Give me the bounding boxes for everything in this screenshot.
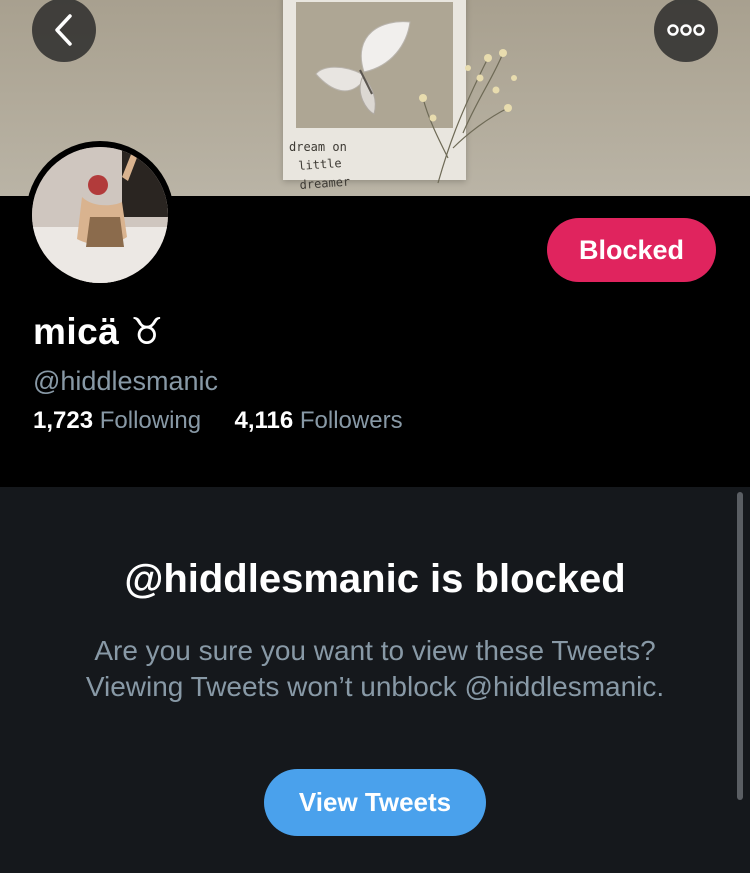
flowers-illustration: [419, 49, 517, 184]
avatar-photo-art: [32, 147, 168, 283]
avatar-photo: [32, 147, 168, 283]
following-label: Following: [99, 407, 202, 434]
chevron-left-icon: [55, 14, 72, 46]
blocked-button[interactable]: Blocked: [547, 218, 716, 282]
back-button[interactable]: [32, 0, 96, 62]
followers-label: Followers: [299, 407, 403, 434]
profile-handle: @hiddlesmanic: [33, 366, 218, 396]
avatar[interactable]: [26, 141, 174, 289]
followers-count: 4,116: [234, 407, 294, 434]
display-name: micä ♉︎: [33, 311, 164, 352]
scrollbar[interactable]: [737, 492, 743, 800]
blocked-notice-message: Are you sure you want to view these Twee…: [85, 635, 665, 702]
butterfly-illustration: [315, 21, 411, 115]
following-link[interactable]: 1,723 Following: [33, 407, 208, 434]
more-options-button[interactable]: [654, 0, 718, 62]
blocked-notice-title: @hiddlesmanic is blocked: [124, 557, 626, 601]
polaroid-caption: dream on little dreamer: [289, 138, 399, 195]
followers-link[interactable]: 4,116 Followers: [234, 407, 402, 434]
following-count: 1,723: [33, 407, 94, 434]
follow-stats: 1,723 Following 4,116 Followers: [33, 407, 403, 435]
view-tweets-button[interactable]: View Tweets: [264, 769, 486, 836]
more-dots-icon: [667, 24, 705, 36]
caption-line-2: little dreamer: [297, 156, 351, 192]
